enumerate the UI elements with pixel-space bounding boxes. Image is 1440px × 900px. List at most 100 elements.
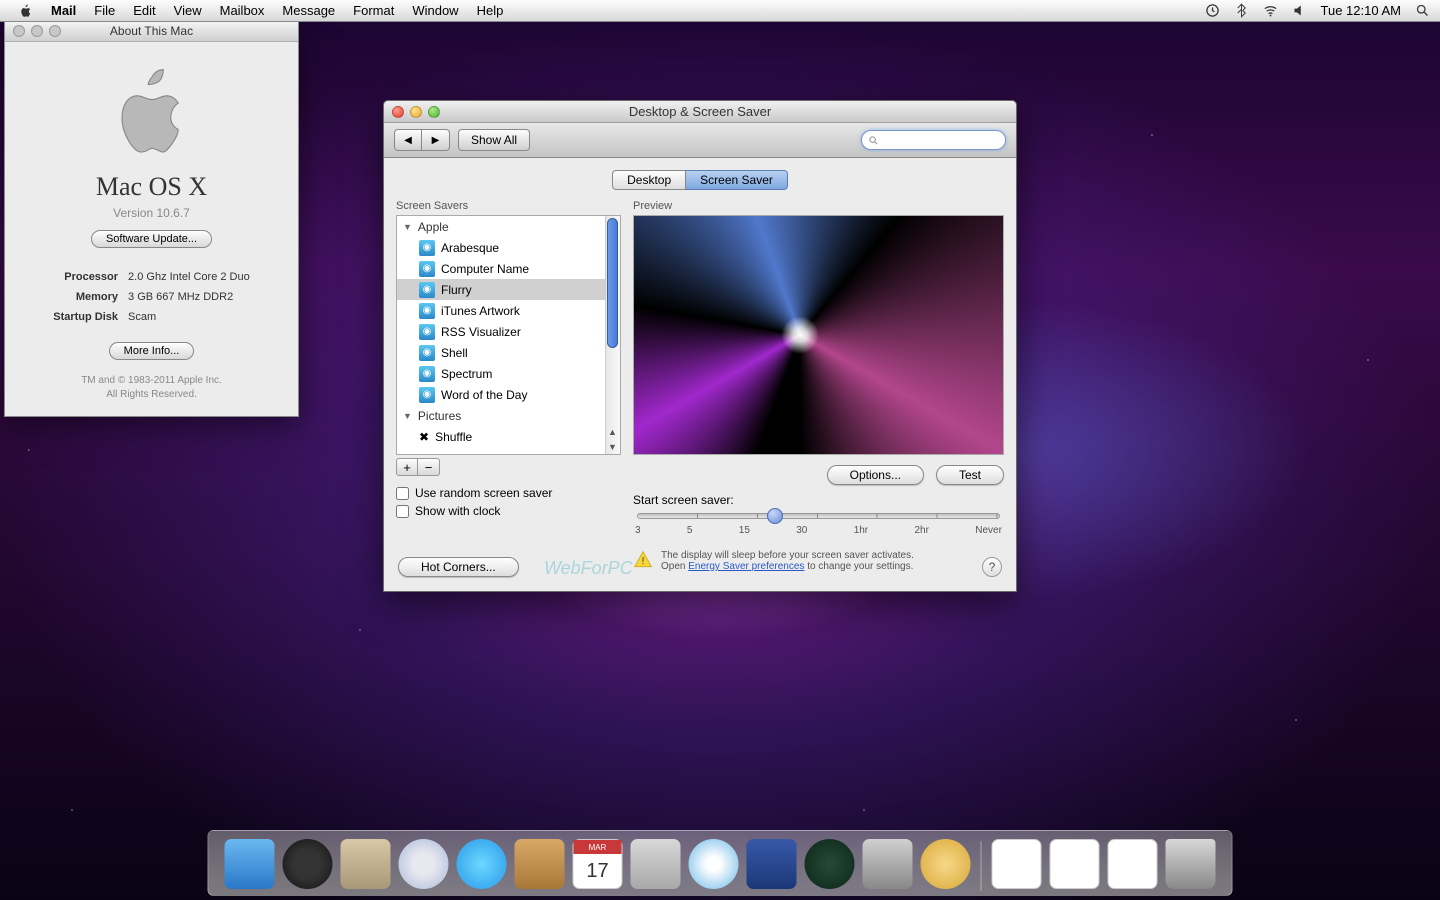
- minimize-button[interactable]: [31, 25, 43, 37]
- remove-button[interactable]: −: [418, 458, 440, 476]
- screensaver-icon: ◉: [419, 366, 435, 382]
- close-button[interactable]: [392, 106, 404, 118]
- dock-document[interactable]: [990, 837, 1044, 891]
- tab-screen-saver[interactable]: Screen Saver: [686, 170, 788, 190]
- dock-ical[interactable]: MAR17: [571, 837, 625, 891]
- menu-file[interactable]: File: [85, 0, 124, 22]
- dock-trash[interactable]: [1164, 837, 1218, 891]
- timemachine-menuextra-icon[interactable]: [1205, 3, 1220, 18]
- group-apple: Apple: [418, 220, 449, 234]
- dock: MAR17: [208, 830, 1233, 896]
- memory-label: Memory: [49, 288, 122, 306]
- dock-addressbook[interactable]: [513, 837, 567, 891]
- screensaver-preview: [633, 215, 1004, 455]
- dock-ichat[interactable]: [455, 837, 509, 891]
- tick: 15: [739, 525, 750, 536]
- list-item[interactable]: RSS Visualizer: [441, 325, 521, 339]
- tick: 1hr: [854, 525, 868, 536]
- dock-dashboard[interactable]: [281, 837, 335, 891]
- menu-edit[interactable]: Edit: [124, 0, 164, 22]
- screensaver-icon: ◉: [419, 324, 435, 340]
- dock-itunes[interactable]: [687, 837, 741, 891]
- memory-value: 3 GB 667 MHz DDR2: [124, 288, 254, 306]
- disk-label: Startup Disk: [49, 308, 122, 326]
- wifi-icon[interactable]: [1263, 3, 1278, 18]
- list-item[interactable]: Flurry: [441, 283, 472, 297]
- tick: 30: [796, 525, 807, 536]
- list-item[interactable]: Spectrum: [441, 367, 492, 381]
- spotlight-icon[interactable]: [1415, 3, 1430, 18]
- group-pictures: Pictures: [418, 409, 461, 423]
- dock-appstore[interactable]: [919, 837, 973, 891]
- back-button[interactable]: ◀: [394, 129, 422, 151]
- dock-spaces[interactable]: [745, 837, 799, 891]
- list-item[interactable]: iTunes Artwork: [441, 304, 520, 318]
- dock-document[interactable]: [1106, 837, 1160, 891]
- scroll-thumb[interactable]: [607, 218, 618, 348]
- dock-separator: [981, 841, 982, 891]
- zoom-button[interactable]: [49, 25, 61, 37]
- scrollbar[interactable]: ▲ ▼: [605, 216, 620, 454]
- dock-mail[interactable]: [339, 837, 393, 891]
- list-item[interactable]: Arabesque: [441, 241, 499, 255]
- processor-label: Processor: [49, 268, 122, 286]
- list-item[interactable]: Shell: [441, 346, 468, 360]
- watermark: WebForPC: [544, 558, 633, 579]
- zoom-button[interactable]: [428, 106, 440, 118]
- scroll-up[interactable]: ▲: [605, 424, 620, 439]
- menubar: Mail File Edit View Mailbox Message Form…: [0, 0, 1440, 22]
- dock-sysprefs[interactable]: [861, 837, 915, 891]
- apple-icon: [19, 4, 33, 18]
- apple-menu[interactable]: [10, 0, 42, 22]
- menu-view[interactable]: View: [165, 0, 211, 22]
- tab-desktop[interactable]: Desktop: [612, 170, 686, 190]
- menu-mailbox[interactable]: Mailbox: [211, 0, 274, 22]
- screensaver-icon: ◉: [419, 387, 435, 403]
- dock-safari[interactable]: [397, 837, 451, 891]
- show-all-button[interactable]: Show All: [458, 129, 530, 151]
- more-info-button[interactable]: More Info...: [109, 342, 195, 360]
- dock-document[interactable]: [1048, 837, 1102, 891]
- start-slider[interactable]: [637, 513, 1000, 519]
- scroll-down[interactable]: ▼: [605, 439, 620, 454]
- list-item[interactable]: Word of the Day: [441, 388, 527, 402]
- search-field[interactable]: [861, 130, 1006, 150]
- options-button[interactable]: Options...: [827, 465, 924, 485]
- search-icon: [868, 135, 879, 146]
- dock-preview[interactable]: [629, 837, 683, 891]
- menubar-clock[interactable]: Tue 12:10 AM: [1321, 3, 1401, 18]
- menu-help[interactable]: Help: [468, 0, 513, 22]
- help-button[interactable]: ?: [982, 557, 1002, 577]
- dock-finder[interactable]: [223, 837, 277, 891]
- menu-message[interactable]: Message: [273, 0, 344, 22]
- energy-saver-link[interactable]: Energy Saver preferences: [688, 561, 804, 572]
- software-update-button[interactable]: Software Update...: [91, 230, 212, 248]
- clock-checkbox[interactable]: Show with clock: [396, 504, 621, 518]
- forward-button[interactable]: ▶: [422, 129, 450, 151]
- preview-label: Preview: [633, 200, 1004, 212]
- menu-format[interactable]: Format: [344, 0, 403, 22]
- hot-corners-button[interactable]: Hot Corners...: [398, 557, 519, 577]
- screensaver-icon: ◉: [419, 282, 435, 298]
- screensaver-list[interactable]: ▼ Apple ◉ Arabesque ◉ Computer Name ◉ Flurry…: [396, 215, 621, 455]
- minimize-button[interactable]: [410, 106, 422, 118]
- prefs-titlebar[interactable]: Desktop & Screen Saver: [384, 101, 1016, 123]
- list-item[interactable]: Shuffle: [435, 430, 472, 444]
- add-button[interactable]: +: [396, 458, 418, 476]
- menu-window[interactable]: Window: [403, 0, 467, 22]
- dock-timemachine[interactable]: [803, 837, 857, 891]
- system-preferences-window: Desktop & Screen Saver ◀ ▶ Show All Desk…: [383, 100, 1017, 592]
- test-button[interactable]: Test: [936, 465, 1004, 485]
- slider-knob[interactable]: [767, 508, 783, 524]
- svg-text:!: !: [642, 556, 645, 567]
- app-menu[interactable]: Mail: [42, 0, 85, 22]
- list-item[interactable]: Computer Name: [441, 262, 529, 276]
- random-checkbox[interactable]: Use random screen saver: [396, 486, 621, 500]
- bluetooth-icon[interactable]: [1234, 3, 1249, 18]
- tick: 3: [635, 525, 641, 536]
- close-button[interactable]: [13, 25, 25, 37]
- prefs-toolbar: ◀ ▶ Show All: [384, 123, 1016, 158]
- slider-label: Start screen saver:: [633, 493, 1004, 507]
- about-titlebar[interactable]: About This Mac: [5, 20, 298, 42]
- volume-icon[interactable]: [1292, 3, 1307, 18]
